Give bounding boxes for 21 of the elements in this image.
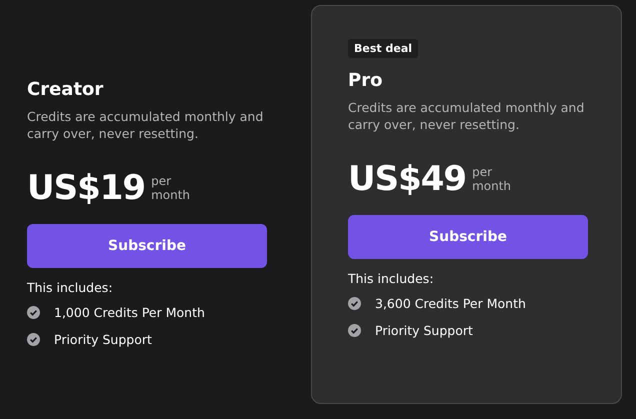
check-icon: [348, 297, 361, 310]
subscribe-button[interactable]: Subscribe: [27, 224, 267, 268]
feature-text: Priority Support: [375, 323, 473, 338]
check-icon: [27, 306, 40, 319]
plan-description: Credits are accumulated monthly and carry over, never resetting.: [27, 108, 264, 142]
plan-description: Credits are accumulated monthly and carry over, never resetting.: [348, 99, 586, 133]
check-icon: [27, 333, 40, 346]
plan-name: Creator: [27, 79, 104, 100]
price: US$19: [27, 168, 146, 208]
price-period: per month: [151, 174, 190, 202]
includes-label: This includes:: [27, 280, 113, 295]
check-icon: [348, 324, 361, 337]
plan-name: Pro: [348, 70, 382, 91]
includes-label: This includes:: [348, 271, 434, 286]
price: US$49: [348, 159, 466, 199]
feature-text: Priority Support: [54, 332, 152, 347]
feature-text: 3,600 Credits Per Month: [375, 296, 526, 311]
price-period: per month: [472, 165, 512, 193]
subscribe-button[interactable]: Subscribe: [348, 215, 588, 259]
feature-text: 1,000 Credits Per Month: [54, 305, 205, 320]
deal-badge: Best deal: [348, 39, 418, 58]
